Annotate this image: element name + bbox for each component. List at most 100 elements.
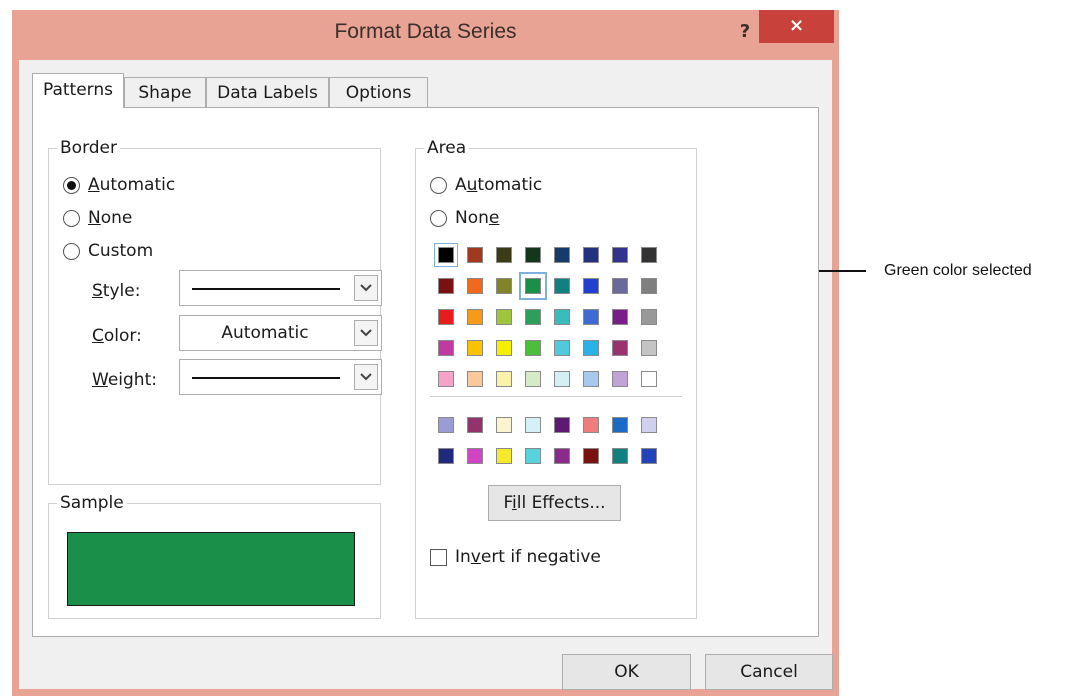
border-automatic-radio[interactable]: Automatic xyxy=(63,173,175,197)
sample-group-label: Sample xyxy=(57,492,127,514)
color-swatch[interactable] xyxy=(612,340,628,356)
color-swatch[interactable] xyxy=(641,309,657,325)
color-swatch[interactable] xyxy=(554,371,570,387)
color-swatch[interactable] xyxy=(583,309,599,325)
color-swatch[interactable] xyxy=(641,448,657,464)
color-swatch[interactable] xyxy=(438,448,454,464)
color-swatch[interactable] xyxy=(554,448,570,464)
color-swatch[interactable] xyxy=(641,278,657,294)
color-swatch[interactable] xyxy=(583,340,599,356)
color-swatch[interactable] xyxy=(554,340,570,356)
color-dropdown-arrow[interactable] xyxy=(354,320,378,346)
radio-unchecked-icon xyxy=(63,209,80,227)
tab-data-labels[interactable]: Data Labels xyxy=(206,77,329,107)
area-none-radio[interactable]: None xyxy=(430,206,499,230)
color-swatch[interactable] xyxy=(467,417,483,433)
style-dropdown-arrow[interactable] xyxy=(354,275,378,301)
color-swatch[interactable] xyxy=(496,417,512,433)
color-swatch[interactable] xyxy=(467,278,483,294)
weight-dropdown[interactable] xyxy=(179,359,382,395)
color-swatch[interactable] xyxy=(554,309,570,325)
annotation-label: Green color selected xyxy=(884,262,1032,279)
color-swatch[interactable] xyxy=(612,309,628,325)
color-swatch[interactable] xyxy=(641,417,657,433)
area-automatic-label: Automatic xyxy=(455,175,543,195)
format-data-series-dialog: Format Data Series ? × Patterns Shape Da… xyxy=(12,10,839,696)
style-dropdown[interactable] xyxy=(179,270,382,306)
color-swatch[interactable] xyxy=(438,371,454,387)
color-swatch[interactable] xyxy=(467,247,483,263)
color-swatch[interactable] xyxy=(554,247,570,263)
chevron-down-icon xyxy=(360,284,372,292)
color-swatch[interactable] xyxy=(583,417,599,433)
color-swatch[interactable] xyxy=(583,448,599,464)
palette-separator xyxy=(430,396,682,397)
ok-button[interactable]: OK xyxy=(562,654,691,690)
color-swatch[interactable] xyxy=(496,448,512,464)
patterns-tab-panel: Border Automatic None Custom Style: Colo… xyxy=(32,107,819,637)
tab-options[interactable]: Options xyxy=(329,77,428,107)
color-swatch[interactable] xyxy=(467,371,483,387)
color-swatch[interactable] xyxy=(525,247,541,263)
border-group: Border Automatic None Custom Style: Colo… xyxy=(48,137,382,485)
color-swatch[interactable] xyxy=(641,371,657,387)
color-swatch[interactable] xyxy=(467,340,483,356)
color-swatch[interactable] xyxy=(583,371,599,387)
color-swatch[interactable] xyxy=(554,417,570,433)
border-custom-label: Custom xyxy=(88,241,154,261)
color-swatch[interactable] xyxy=(583,278,599,294)
sample-swatch xyxy=(67,532,355,606)
border-none-radio[interactable]: None xyxy=(63,206,132,230)
color-swatch[interactable] xyxy=(554,278,570,294)
color-swatch[interactable] xyxy=(525,309,541,325)
color-swatch[interactable] xyxy=(438,340,454,356)
color-dropdown[interactable]: Automatic xyxy=(179,315,382,351)
color-swatch[interactable] xyxy=(525,371,541,387)
weight-dropdown-arrow[interactable] xyxy=(354,364,378,390)
color-swatch[interactable] xyxy=(496,309,512,325)
color-swatch[interactable] xyxy=(612,371,628,387)
color-swatch[interactable] xyxy=(583,247,599,263)
color-swatch[interactable] xyxy=(641,247,657,263)
tab-patterns[interactable]: Patterns xyxy=(32,73,124,108)
color-swatch[interactable] xyxy=(612,247,628,263)
border-custom-radio[interactable]: Custom xyxy=(63,239,153,263)
color-swatch[interactable] xyxy=(525,417,541,433)
color-swatch[interactable] xyxy=(438,417,454,433)
color-swatch[interactable] xyxy=(641,340,657,356)
color-swatch[interactable] xyxy=(612,417,628,433)
color-swatch[interactable] xyxy=(612,278,628,294)
color-swatch[interactable] xyxy=(438,309,454,325)
sample-group: Sample xyxy=(48,492,381,619)
color-swatch[interactable] xyxy=(467,448,483,464)
color-swatch-selected[interactable] xyxy=(519,272,547,300)
invert-if-negative-label: Invert if negative xyxy=(455,547,601,567)
border-group-label: Border xyxy=(57,137,120,159)
invert-if-negative-checkbox[interactable]: Invert if negative xyxy=(430,545,601,569)
border-none-label: None xyxy=(88,208,133,228)
dialog-title: Format Data Series xyxy=(334,20,517,43)
color-swatch[interactable] xyxy=(496,278,512,294)
close-button[interactable]: × xyxy=(759,10,834,43)
help-button[interactable]: ? xyxy=(732,18,758,46)
color-swatch[interactable] xyxy=(434,243,458,267)
chevron-down-icon xyxy=(360,373,372,381)
color-swatch[interactable] xyxy=(496,371,512,387)
area-automatic-radio[interactable]: Automatic xyxy=(430,173,542,197)
area-none-label: None xyxy=(455,208,500,228)
radio-unchecked-icon xyxy=(430,176,447,194)
color-swatch[interactable] xyxy=(525,340,541,356)
color-swatch[interactable] xyxy=(612,448,628,464)
area-group-label: Area xyxy=(424,137,470,159)
color-swatch[interactable] xyxy=(525,448,541,464)
title-bar[interactable]: Format Data Series ? × xyxy=(12,10,839,60)
tab-shape[interactable]: Shape xyxy=(124,77,206,107)
fill-effects-button[interactable]: Fill Effects... xyxy=(488,485,621,521)
color-swatch[interactable] xyxy=(467,309,483,325)
radio-unchecked-icon xyxy=(430,209,447,227)
cancel-button[interactable]: Cancel xyxy=(705,654,833,690)
color-swatch[interactable] xyxy=(496,340,512,356)
color-swatch[interactable] xyxy=(496,247,512,263)
color-swatch[interactable] xyxy=(438,278,454,294)
border-automatic-label: Automatic xyxy=(88,175,176,195)
